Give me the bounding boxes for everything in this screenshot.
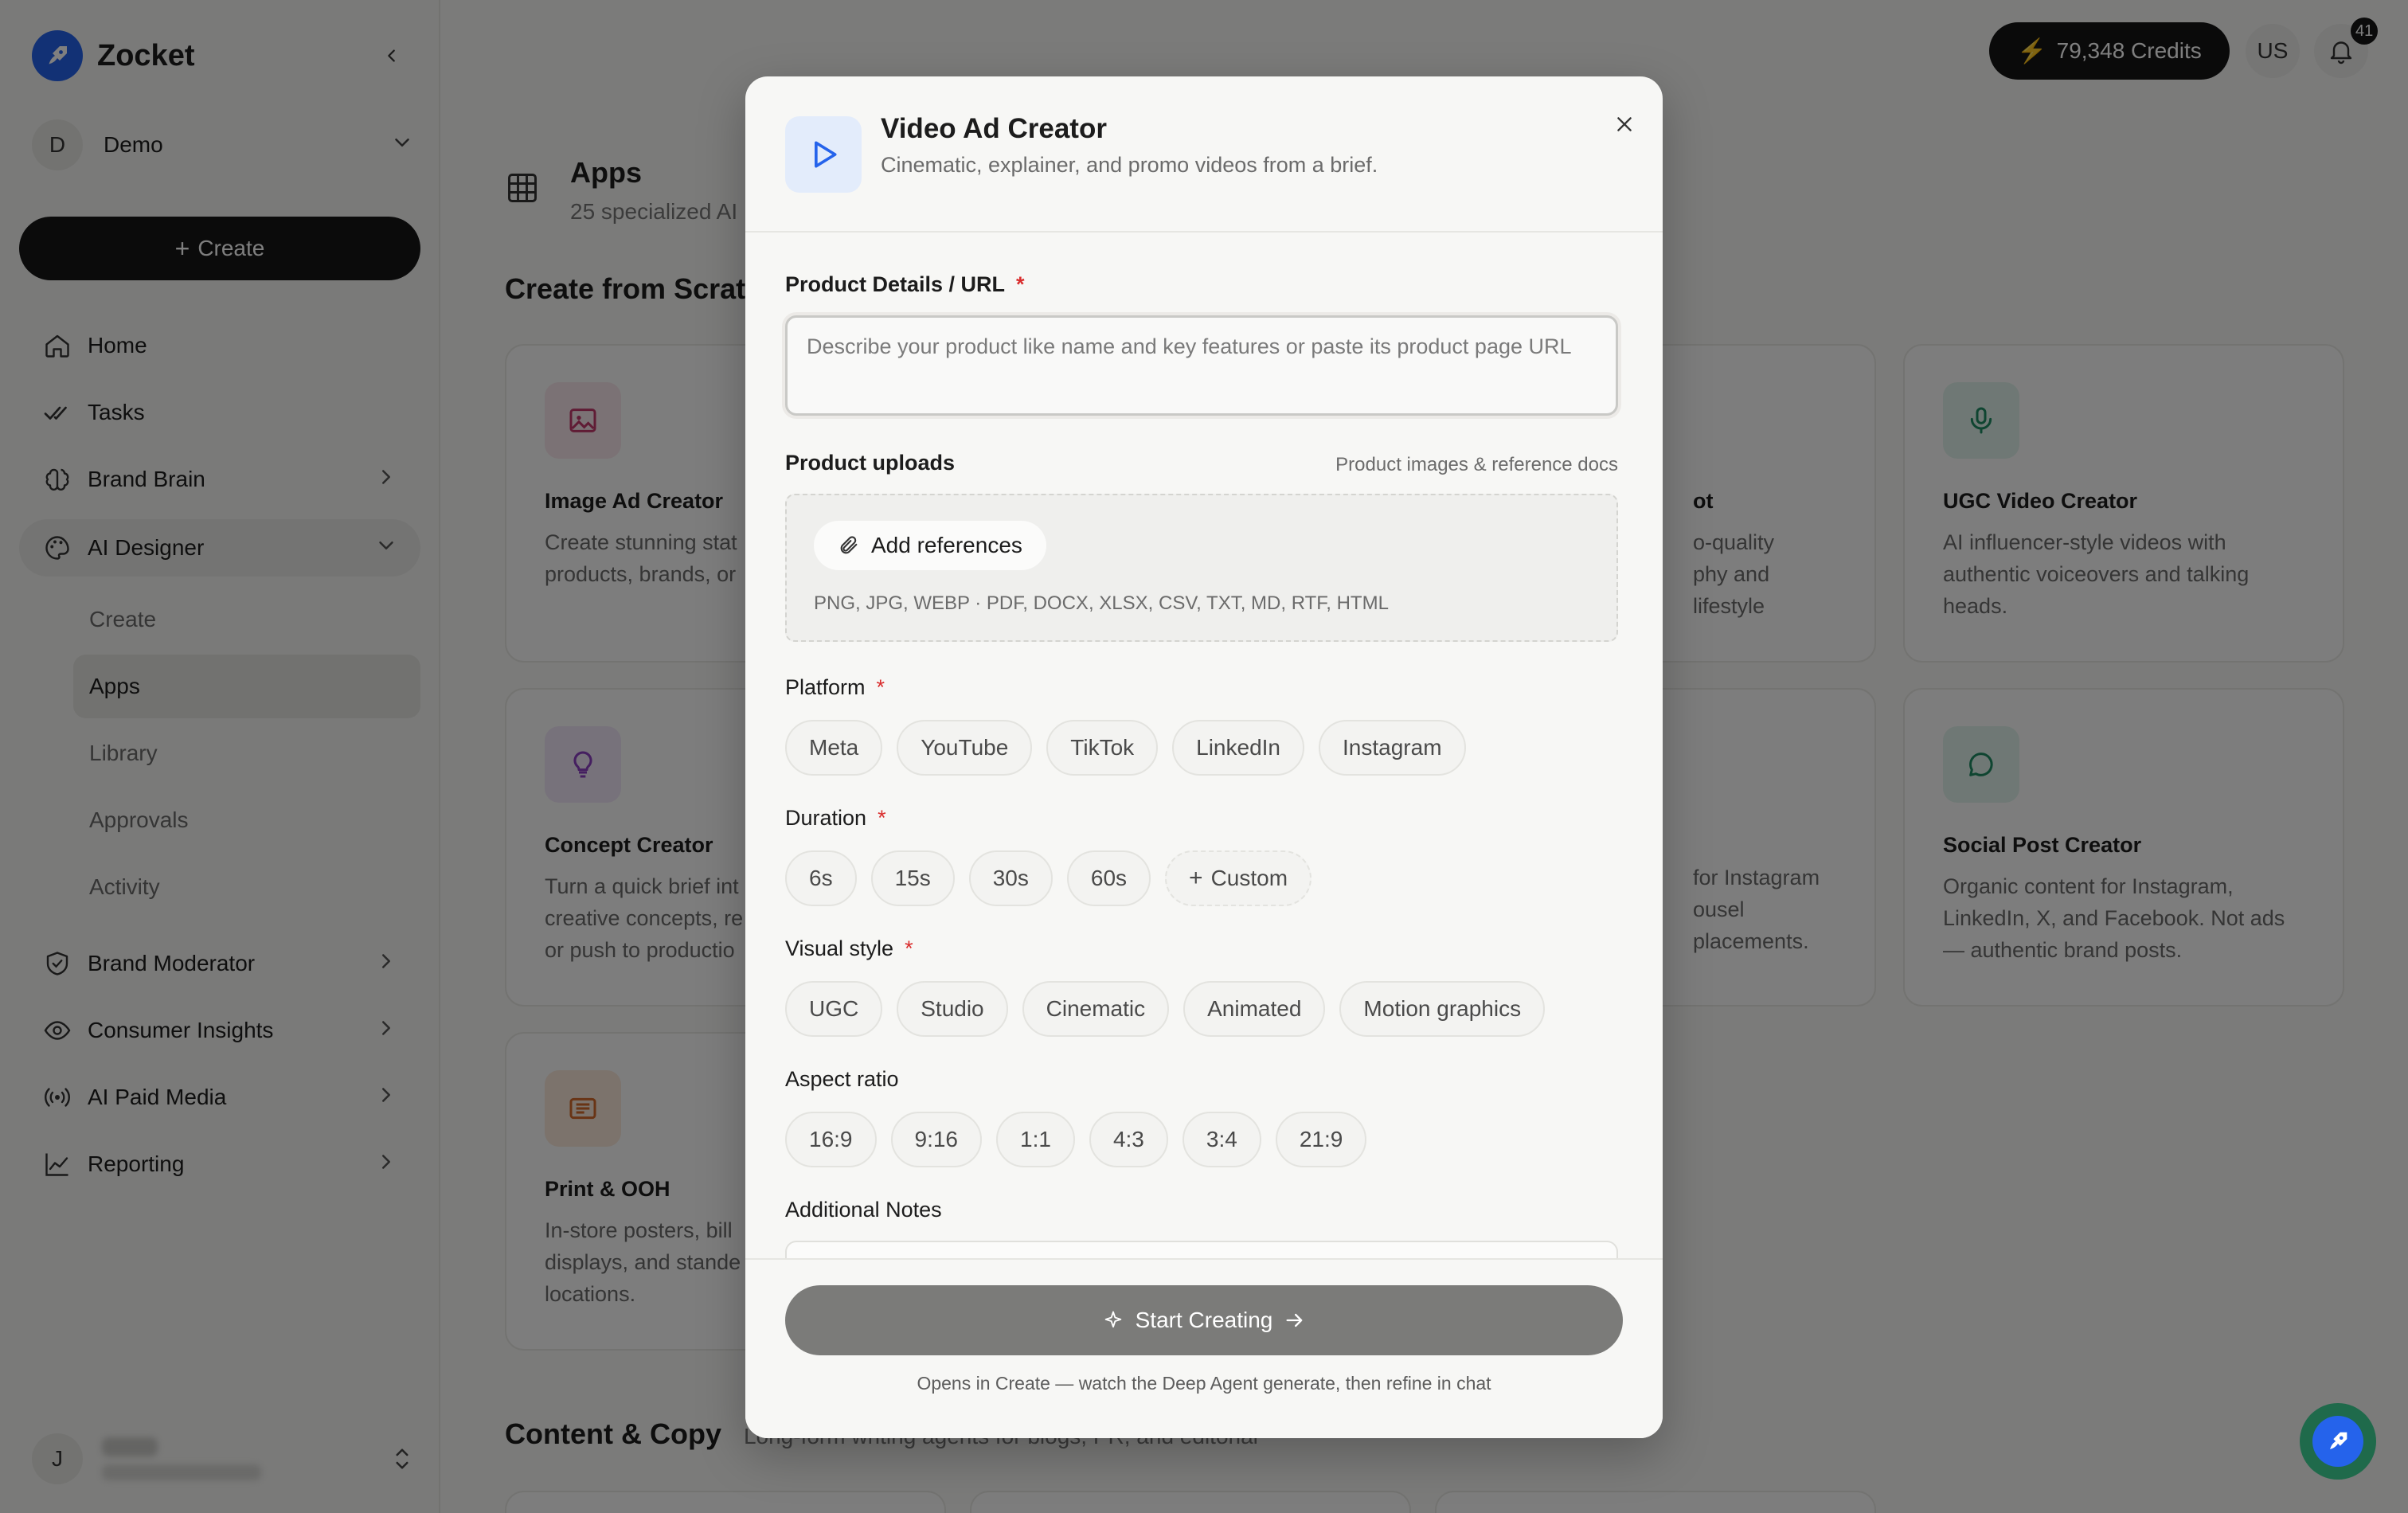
- aspect-chip-3-4[interactable]: 3:4: [1182, 1112, 1261, 1167]
- arrow-right-icon: [1284, 1309, 1306, 1331]
- aspect-ratio-label: Aspect ratio: [785, 1067, 899, 1091]
- required-marker: *: [878, 806, 886, 830]
- add-references-button[interactable]: Add references: [814, 521, 1046, 570]
- play-icon: [785, 116, 862, 193]
- aspect-chip-21-9[interactable]: 21:9: [1275, 1112, 1367, 1167]
- style-chip-animated[interactable]: Animated: [1183, 981, 1326, 1037]
- duration-chip-6s[interactable]: 6s: [785, 850, 857, 906]
- platform-chip-youtube[interactable]: YouTube: [897, 720, 1033, 776]
- platform-chip-meta[interactable]: Meta: [785, 720, 883, 776]
- video-ad-creator-modal: Video Ad Creator Cinematic, explainer, a…: [745, 76, 1663, 1438]
- modal-header: Video Ad Creator Cinematic, explainer, a…: [745, 76, 1663, 233]
- duration-label: Duration *: [785, 806, 886, 830]
- aspect-chip-4-3[interactable]: 4:3: [1089, 1112, 1168, 1167]
- aspect-chip-9-16[interactable]: 9:16: [890, 1112, 982, 1167]
- duration-chip-15s[interactable]: 15s: [870, 850, 955, 906]
- start-creating-label: Start Creating: [1135, 1308, 1273, 1332]
- product-details-input[interactable]: Describe your product like name and key …: [785, 315, 1618, 416]
- duration-chip-30s[interactable]: 30s: [968, 850, 1053, 906]
- footer-note: Opens in Create — watch the Deep Agent g…: [917, 1373, 1491, 1394]
- visual-style-options: UGC Studio Cinematic Animated Motion gra…: [785, 981, 1559, 1037]
- product-details-label: Product Details / URL *: [785, 272, 1025, 296]
- paperclip-icon: [838, 534, 860, 557]
- product-uploads-label: Product uploads: [785, 451, 956, 475]
- platform-chip-instagram[interactable]: Instagram: [1319, 720, 1466, 776]
- custom-label: Custom: [1210, 866, 1288, 890]
- modal-subtitle: Cinematic, explainer, and promo videos f…: [881, 153, 1378, 177]
- modal-title: Video Ad Creator: [881, 113, 1107, 144]
- style-chip-motion-graphics[interactable]: Motion graphics: [1339, 981, 1546, 1037]
- duration-options: 6s 15s 30s 60s + Custom: [785, 850, 1326, 906]
- required-marker: *: [876, 675, 885, 699]
- start-creating-button[interactable]: Start Creating: [785, 1285, 1623, 1355]
- aspect-chip-16-9[interactable]: 16:9: [785, 1112, 877, 1167]
- additional-notes-label: Additional Notes: [785, 1198, 942, 1222]
- style-chip-ugc[interactable]: UGC: [785, 981, 883, 1037]
- modal-footer: Start Creating Opens in Create — watch t…: [745, 1258, 1663, 1438]
- platform-chip-tiktok[interactable]: TikTok: [1046, 720, 1159, 776]
- accepted-formats: PNG, JPG, WEBP · PDF, DOCX, XLSX, CSV, T…: [814, 592, 1389, 614]
- platform-chip-linkedin[interactable]: LinkedIn: [1172, 720, 1305, 776]
- aspect-chip-1-1[interactable]: 1:1: [996, 1112, 1075, 1167]
- plus-icon: +: [1189, 865, 1203, 891]
- uploads-hint: Product images & reference docs: [1335, 454, 1618, 475]
- style-chip-cinematic[interactable]: Cinematic: [1022, 981, 1170, 1037]
- aspect-ratio-options: 16:9 9:16 1:1 4:3 3:4 21:9: [785, 1112, 1381, 1167]
- style-chip-studio[interactable]: Studio: [897, 981, 1008, 1037]
- required-marker: *: [905, 936, 913, 960]
- add-references-label: Add references: [871, 533, 1022, 557]
- platform-options: Meta YouTube TikTok LinkedIn Instagram: [785, 720, 1480, 776]
- custom-duration-button[interactable]: + Custom: [1165, 850, 1312, 906]
- upload-dropzone[interactable]: Add references PNG, JPG, WEBP · PDF, DOC…: [785, 494, 1618, 642]
- required-marker: *: [1016, 272, 1025, 296]
- close-icon[interactable]: [1605, 105, 1644, 143]
- platform-label: Platform *: [785, 675, 885, 699]
- sparkle-icon: [1102, 1309, 1124, 1331]
- duration-chip-60s[interactable]: 60s: [1066, 850, 1151, 906]
- assistant-launcher-button[interactable]: [2300, 1403, 2376, 1480]
- visual-style-label: Visual style *: [785, 936, 913, 960]
- rocket-icon: [2312, 1416, 2363, 1467]
